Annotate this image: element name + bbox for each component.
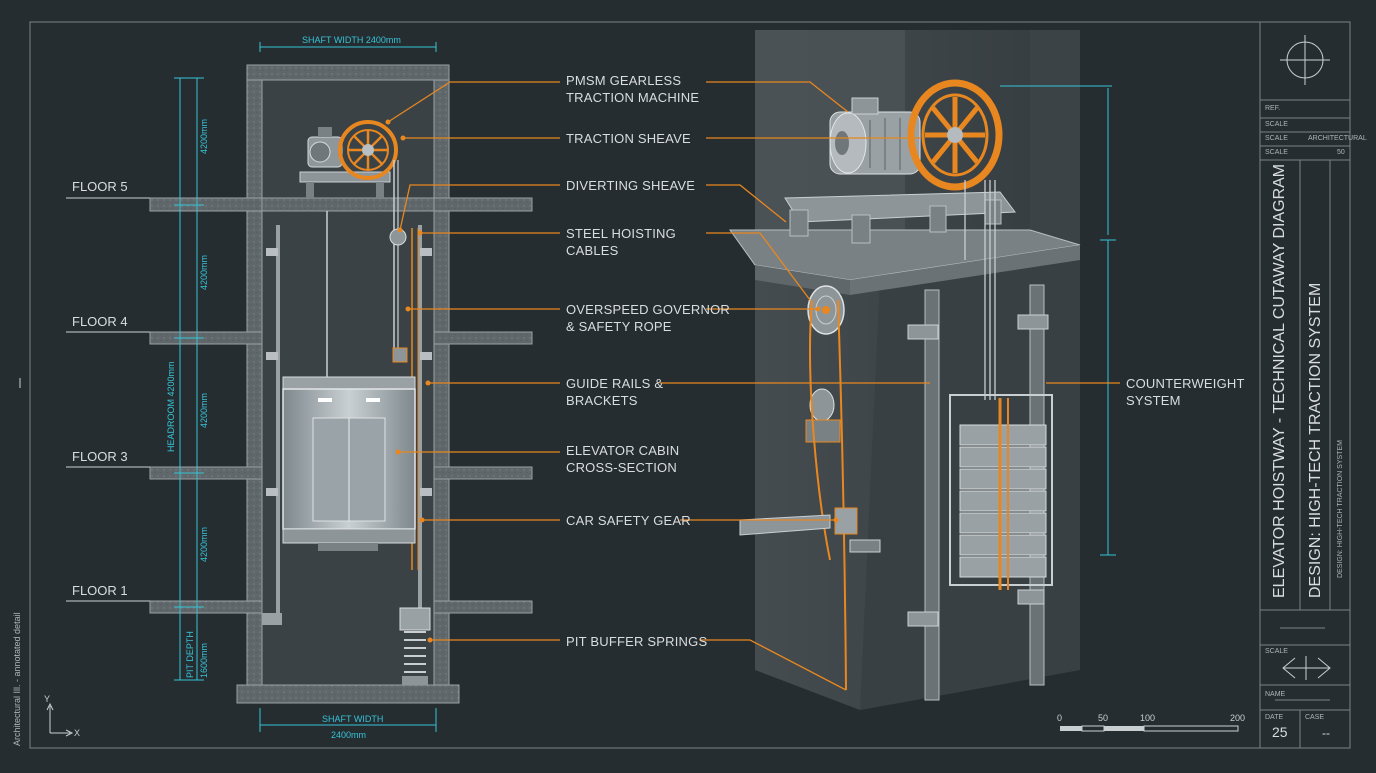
dim-pit-depth-label: PIT DEPTH (185, 631, 195, 678)
tb-case-label: CASE (1305, 714, 1325, 721)
cutaway-governor (809, 388, 835, 422)
scale-tick-100: 100 (1140, 713, 1156, 723)
callout-steel-cables: STEEL HOISTING CABLES (566, 226, 676, 258)
dim-pit-depth-value: 1600mm (199, 642, 209, 678)
tb-row-3-value: ARCHITECTURAL (1308, 135, 1367, 142)
tb-row-4-value: 50 (1337, 149, 1345, 156)
guide-rail-right (418, 225, 422, 625)
dim-shaft-width-bottom-value: 2400mm (331, 730, 367, 740)
section-arrows-icon (1282, 656, 1331, 680)
slab-floor-1-left (149, 600, 263, 614)
callout-safety-gear: CAR SAFETY GEAR (566, 513, 691, 528)
drawing-design: DESIGN: HIGH-TECH TRACTION SYSTEM (1307, 282, 1324, 598)
drawing-title: ELEVATOR HOISTWAY - TECHNICAL CUTAWAY DI… (1271, 163, 1288, 598)
pit-slab (236, 684, 460, 704)
callout-guide-rails: GUIDE RAILS & BRACKETS (566, 376, 664, 408)
cutaway-guide-rail-left (924, 289, 940, 701)
scale-tick-0: 0 (1057, 713, 1063, 723)
machine-slab (261, 197, 435, 212)
floor-label-3: FLOOR 3 (72, 449, 128, 464)
dim-floor-mid: 4200mm (199, 392, 209, 428)
tb-row-3-label: SCALE (1265, 135, 1288, 142)
tb-row-4-label: SCALE (1265, 149, 1288, 156)
callout-pmsm: PMSM GEARLESS TRACTION MACHINE (566, 73, 700, 105)
dim-overhead: 4200mm (199, 118, 209, 154)
slab-floor-3-right (433, 466, 533, 480)
callout-traction-sheave: TRACTION SHEAVE (566, 131, 691, 146)
scale-tick-50: 50 (1098, 713, 1109, 723)
axis-x-label: X (74, 728, 81, 738)
cutaway-safety-gear (834, 507, 858, 535)
slab-floor-3-left (149, 466, 263, 480)
floor-label-1: FLOOR 1 (72, 583, 128, 598)
shaft-wall-left (246, 64, 263, 686)
side-note: Architectural Ill. - annotated detail (12, 612, 22, 746)
crosshair-icon (1280, 35, 1330, 85)
slab-floor-4-left (149, 331, 263, 345)
blueprint-sheet: SHAFT WIDTH 2400mm SHAFT WIDTH 2400mm 42… (0, 0, 1376, 768)
tb-name-label: NAME (1265, 691, 1286, 698)
tb-date-value: 25 (1272, 724, 1288, 740)
cutaway-perspective (729, 30, 1116, 710)
scale-bar (1060, 725, 1239, 732)
callout-governor: OVERSPEED GOVERNOR & SAFETY ROPE (566, 302, 730, 334)
dim-shaft-width-top: SHAFT WIDTH 2400mm (302, 35, 401, 45)
shaft-wall-right (433, 64, 450, 686)
machine-room-roof (246, 64, 450, 81)
tb-case-value: -- (1322, 726, 1330, 740)
guide-rail-left (276, 225, 280, 625)
dim-floor-lower: 4200mm (199, 526, 209, 562)
callout-cabin: ELEVATOR CABIN CROSS-SECTION (566, 443, 680, 475)
car-platform (282, 528, 416, 544)
axis-icon (46, 702, 74, 737)
tb-date-label: DATE (1265, 714, 1284, 721)
callout-counterweight: COUNTERWEIGHT SYSTEM (1126, 376, 1245, 408)
callout-buffer-springs: PIT BUFFER SPRINGS (566, 634, 708, 649)
slab-floor-5-left (149, 197, 263, 212)
tb-scale-label: SCALE (1265, 648, 1288, 655)
dim-shaft-width-bottom-label: SHAFT WIDTH (322, 714, 384, 724)
tb-row-1-label: REF. (1265, 105, 1281, 112)
dim-floor-upper: 4200mm (199, 254, 209, 290)
slab-floor-5-right (433, 197, 533, 212)
floor-label-4: FLOOR 4 (72, 314, 128, 329)
callout-diverting-sheave: DIVERTING SHEAVE (566, 178, 696, 193)
slab-floor-1-right (433, 600, 533, 614)
dim-headroom: HEADROOM 4200mm (166, 361, 176, 452)
shaft-elevation (66, 42, 533, 732)
floor-label-5: FLOOR 5 (72, 179, 128, 194)
scale-tick-200: 200 (1230, 713, 1246, 723)
drawing-design-small: DESIGN: HIGH-TECH TRACTION SYSTEM (1337, 440, 1344, 578)
axis-y-label: Y (44, 694, 51, 704)
slab-floor-4-right (433, 331, 533, 345)
car-crosshead (282, 376, 416, 390)
tb-row-2-label: SCALE (1265, 121, 1288, 128)
